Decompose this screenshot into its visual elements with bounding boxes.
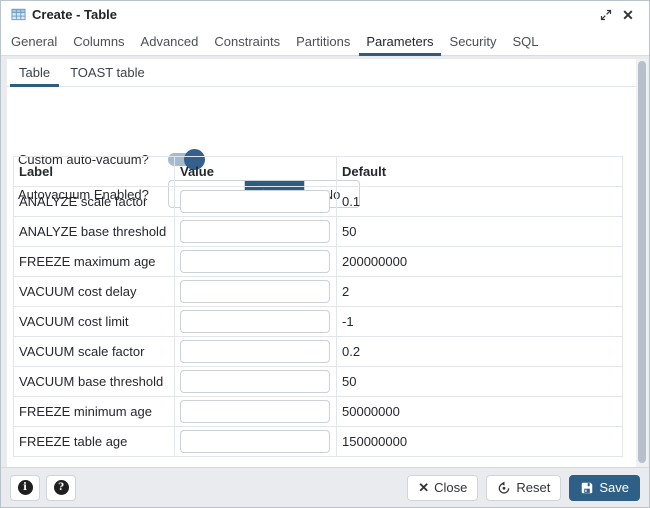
value-input[interactable] — [180, 400, 330, 423]
info-button[interactable]: i — [10, 475, 40, 501]
parameters-table: LabelValueDefault ANALYZE scale factor 0.… — [13, 156, 623, 457]
column-header-label: Label — [14, 157, 175, 187]
footer-bar: i ? ✕ Close Reset — [1, 467, 649, 507]
row-value-cell — [175, 307, 337, 337]
reset-button-label: Reset — [516, 480, 550, 495]
close-icon[interactable]: ✕ — [617, 5, 639, 25]
tab-security[interactable]: Security — [442, 28, 505, 55]
row-label: VACUUM base threshold — [14, 367, 175, 397]
table-row: FREEZE table age 150000000 — [14, 427, 623, 457]
value-input[interactable] — [180, 220, 330, 243]
info-icon: i — [18, 480, 33, 495]
subtab-toast-table[interactable]: TOAST table — [60, 59, 155, 86]
scrollbar-thumb[interactable] — [638, 61, 646, 463]
row-label: VACUUM scale factor — [14, 337, 175, 367]
save-button[interactable]: Save — [569, 475, 640, 501]
save-floppy-icon — [580, 481, 594, 495]
tab-sql[interactable]: SQL — [505, 28, 547, 55]
table-grid-icon — [11, 7, 26, 22]
create-table-dialog: Create - Table ✕ GeneralColumnsAdvancedC… — [0, 0, 650, 508]
dialog-titlebar: Create - Table ✕ — [1, 1, 649, 28]
row-label: FREEZE table age — [14, 427, 175, 457]
row-value-cell — [175, 397, 337, 427]
table-row: FREEZE minimum age 50000000 — [14, 397, 623, 427]
table-header-row: LabelValueDefault — [14, 157, 623, 187]
help-icon: ? — [54, 480, 69, 495]
close-button-label: Close — [434, 480, 467, 495]
row-value-cell — [175, 247, 337, 277]
row-label: ANALYZE scale factor — [14, 187, 175, 217]
column-header-default: Default — [337, 157, 623, 187]
sub-tabbar: TableTOAST table — [7, 59, 636, 87]
row-value-cell — [175, 367, 337, 397]
value-input[interactable] — [180, 190, 330, 213]
table-row: ANALYZE scale factor 0.1 — [14, 187, 623, 217]
value-input[interactable] — [180, 430, 330, 453]
row-value-cell — [175, 277, 337, 307]
row-default: 0.1 — [337, 187, 623, 217]
row-default: 200000000 — [337, 247, 623, 277]
row-value-cell — [175, 427, 337, 457]
main-tabbar: GeneralColumnsAdvancedConstraintsPartiti… — [1, 28, 649, 56]
tab-advanced[interactable]: Advanced — [133, 28, 207, 55]
row-default: -1 — [337, 307, 623, 337]
table-row: VACUUM scale factor 0.2 — [14, 337, 623, 367]
tab-general[interactable]: General — [3, 28, 65, 55]
row-value-cell — [175, 337, 337, 367]
column-header-value: Value — [175, 157, 337, 187]
table-row: ANALYZE base threshold 50 — [14, 217, 623, 247]
table-row: FREEZE maximum age 200000000 — [14, 247, 623, 277]
value-input[interactable] — [180, 310, 330, 333]
table-row: VACUUM cost limit -1 — [14, 307, 623, 337]
row-label: VACUUM cost delay — [14, 277, 175, 307]
close-button[interactable]: ✕ Close — [407, 475, 478, 501]
tab-parameters[interactable]: Parameters — [358, 28, 441, 55]
tab-constraints[interactable]: Constraints — [206, 28, 288, 55]
subtab-table[interactable]: Table — [9, 59, 60, 86]
row-value-cell — [175, 187, 337, 217]
row-default: 0.2 — [337, 337, 623, 367]
row-label: ANALYZE base threshold — [14, 217, 175, 247]
reset-button[interactable]: Reset — [486, 475, 561, 501]
value-input[interactable] — [180, 340, 330, 363]
dialog-title: Create - Table — [32, 7, 595, 22]
vertical-scrollbar[interactable] — [636, 59, 648, 468]
reset-icon — [497, 481, 511, 495]
table-row: VACUUM base threshold 50 — [14, 367, 623, 397]
row-default: 50000000 — [337, 397, 623, 427]
row-default: 2 — [337, 277, 623, 307]
expand-diagonal-icon[interactable] — [595, 5, 617, 25]
save-button-label: Save — [599, 480, 629, 495]
help-button[interactable]: ? — [46, 475, 76, 501]
value-input[interactable] — [180, 250, 330, 273]
tab-partitions[interactable]: Partitions — [288, 28, 358, 55]
close-x-icon: ✕ — [418, 480, 429, 496]
value-input[interactable] — [180, 370, 330, 393]
row-label: FREEZE maximum age — [14, 247, 175, 277]
row-label: FREEZE minimum age — [14, 397, 175, 427]
tab-columns[interactable]: Columns — [65, 28, 132, 55]
value-input[interactable] — [180, 280, 330, 303]
parameters-panel: TableTOAST table Custom auto-vacuum? Aut… — [7, 59, 636, 468]
row-label: VACUUM cost limit — [14, 307, 175, 337]
row-default: 50 — [337, 367, 623, 397]
row-default: 50 — [337, 217, 623, 247]
row-value-cell — [175, 217, 337, 247]
table-row: VACUUM cost delay 2 — [14, 277, 623, 307]
row-default: 150000000 — [337, 427, 623, 457]
